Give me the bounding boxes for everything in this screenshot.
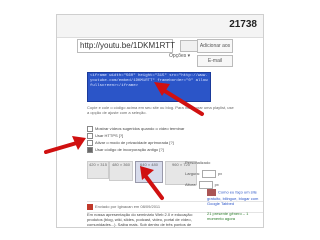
thumbnail	[207, 189, 216, 196]
options-dropdown[interactable]: Opções ▾	[169, 53, 190, 59]
view-count: 21738	[229, 19, 257, 30]
add-to-favorites-button[interactable]: Adicionar aos fav...	[197, 39, 233, 61]
embed-code-textarea[interactable]: <iframe width="560" height="315" src="ht…	[87, 72, 211, 102]
option-label: Usar HTTPS [?]	[95, 133, 124, 138]
size-option[interactable]: 420 × 315	[87, 161, 109, 179]
size-option-selected[interactable]: 640 × 480	[135, 161, 163, 183]
email-button[interactable]: E-mail	[197, 55, 233, 67]
height-input[interactable]	[198, 180, 213, 189]
option-label: Mostrar vídeos sugeridos quando o vídeo …	[95, 126, 185, 131]
browser-frame: 21738 http://youtu.be/1DKM1RTT Adicionar…	[56, 14, 264, 228]
width-input[interactable]	[201, 169, 216, 178]
checkbox[interactable]	[87, 146, 93, 153]
video-description: Em nossa apresentação do seminário Web 2…	[87, 212, 193, 227]
top-bar: 21738	[57, 15, 263, 38]
share-url-input[interactable]: http://youtu.be/1DKM1RTT	[77, 39, 175, 53]
option-label: Ativar o modo de privacidade aprimorada …	[95, 140, 174, 145]
embed-note: Copie e cole o código acima em seu site …	[87, 105, 234, 115]
unit-label: px	[214, 182, 219, 187]
avatar[interactable]	[87, 203, 93, 210]
option-privacy-mode[interactable]: Ativar o modo de privacidade aprimorada …	[87, 139, 184, 146]
size-option[interactable]: 480 × 360	[109, 161, 133, 181]
height-label: Altura:	[185, 182, 197, 187]
embed-options-list: Mostrar vídeos sugeridos quando o vídeo …	[87, 125, 184, 153]
option-suggested-videos[interactable]: Mostrar vídeos sugeridos quando o vídeo …	[87, 125, 184, 132]
custom-size-title: Personalizado	[185, 160, 211, 165]
unit-label: px	[217, 171, 223, 176]
option-old-embed-code[interactable]: Usar código de incorporação antigo [?]	[87, 146, 184, 153]
option-label: Usar código de incorporação antigo [?]	[95, 147, 164, 152]
custom-size: Personalizado Largura: px Altura: px	[185, 157, 222, 190]
option-https[interactable]: Usar HTTPS [?]	[87, 132, 184, 139]
related-item[interactable]: 21 presente gênero – 1 momento agora	[207, 211, 261, 221]
width-label: Largura:	[185, 171, 200, 176]
channel-text: Enviado por Iginacan em 08/09/2011	[95, 204, 161, 209]
